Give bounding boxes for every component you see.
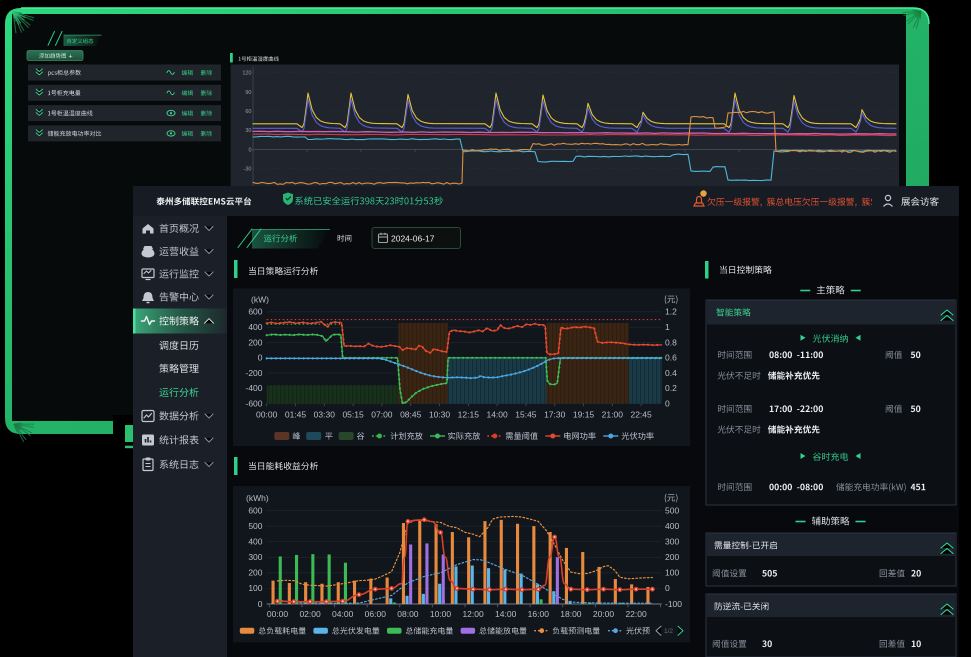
svg-text:200: 200	[248, 568, 262, 578]
svg-text:10:00: 10:00	[430, 609, 452, 619]
svg-text:-600: -600	[245, 398, 262, 408]
svg-text:03:30: 03:30	[314, 409, 336, 419]
svg-text:02:00: 02:00	[299, 609, 321, 619]
svg-text:+: +	[69, 53, 73, 60]
svg-text:100: 100	[665, 568, 679, 578]
svg-text:1/2: 1/2	[664, 628, 673, 635]
svg-text:200: 200	[665, 552, 679, 562]
svg-text:0.2: 0.2	[665, 383, 677, 393]
svg-text:600: 600	[248, 505, 262, 515]
svg-text:17:30: 17:30	[544, 409, 566, 419]
svg-text:20:00: 20:00	[593, 609, 615, 619]
svg-text:21:00: 21:00	[602, 409, 624, 419]
svg-text:0: 0	[258, 353, 263, 363]
svg-text:(kW): (kW)	[251, 294, 269, 304]
svg-text:15:45: 15:45	[515, 409, 537, 419]
svg-text:01:45: 01:45	[285, 409, 307, 419]
svg-text:400: 400	[665, 521, 679, 531]
svg-text:14:00: 14:00	[486, 409, 508, 419]
svg-text:0.8: 0.8	[665, 337, 677, 347]
svg-text:05:15: 05:15	[342, 409, 364, 419]
svg-text:00:00: 00:00	[256, 409, 278, 419]
svg-text:0.6: 0.6	[665, 353, 677, 363]
svg-text:30: 30	[245, 128, 251, 134]
svg-text:00:00: 00:00	[267, 609, 289, 619]
svg-text:400: 400	[248, 322, 262, 332]
svg-text:08:45: 08:45	[400, 409, 422, 419]
svg-text:90: 90	[245, 90, 251, 96]
svg-text:100: 100	[248, 583, 262, 593]
svg-text:300: 300	[665, 536, 679, 546]
svg-text:0: 0	[258, 599, 263, 609]
svg-text:04:00: 04:00	[332, 609, 354, 619]
svg-text:120: 120	[242, 71, 251, 77]
svg-text:0.4: 0.4	[665, 368, 677, 378]
svg-text:600: 600	[248, 307, 262, 317]
svg-text:0: 0	[665, 583, 670, 593]
svg-text:22:00: 22:00	[625, 609, 647, 619]
svg-text:-400: -400	[245, 383, 262, 393]
svg-text:18:00: 18:00	[560, 609, 582, 619]
svg-text:0: 0	[665, 398, 670, 408]
svg-text:500: 500	[248, 521, 262, 531]
svg-text:10:30: 10:30	[429, 409, 451, 419]
svg-text:300: 300	[248, 552, 262, 562]
svg-text:1.2: 1.2	[665, 307, 677, 317]
svg-text:2024-06-17: 2024-06-17	[391, 234, 435, 244]
svg-text:-30: -30	[244, 167, 252, 173]
svg-text:12:15: 12:15	[458, 409, 480, 419]
svg-text:(kWh): (kWh)	[246, 493, 269, 503]
svg-text:22:45: 22:45	[630, 409, 652, 419]
svg-text:14:00: 14:00	[495, 609, 517, 619]
svg-text:16:00: 16:00	[528, 609, 550, 619]
svg-text:12:00: 12:00	[462, 609, 484, 619]
svg-text:-100: -100	[665, 599, 682, 609]
svg-text:07:00: 07:00	[371, 409, 393, 419]
svg-text:08:00: 08:00	[397, 609, 419, 619]
svg-text:19:15: 19:15	[573, 409, 595, 419]
svg-text:400: 400	[248, 536, 262, 546]
svg-text:0: 0	[248, 147, 251, 153]
svg-text:1: 1	[665, 322, 670, 332]
svg-text:60: 60	[245, 109, 251, 115]
svg-text:-200: -200	[245, 368, 262, 378]
svg-text:200: 200	[248, 337, 262, 347]
svg-text:500: 500	[665, 505, 679, 515]
svg-text:06:00: 06:00	[365, 609, 387, 619]
